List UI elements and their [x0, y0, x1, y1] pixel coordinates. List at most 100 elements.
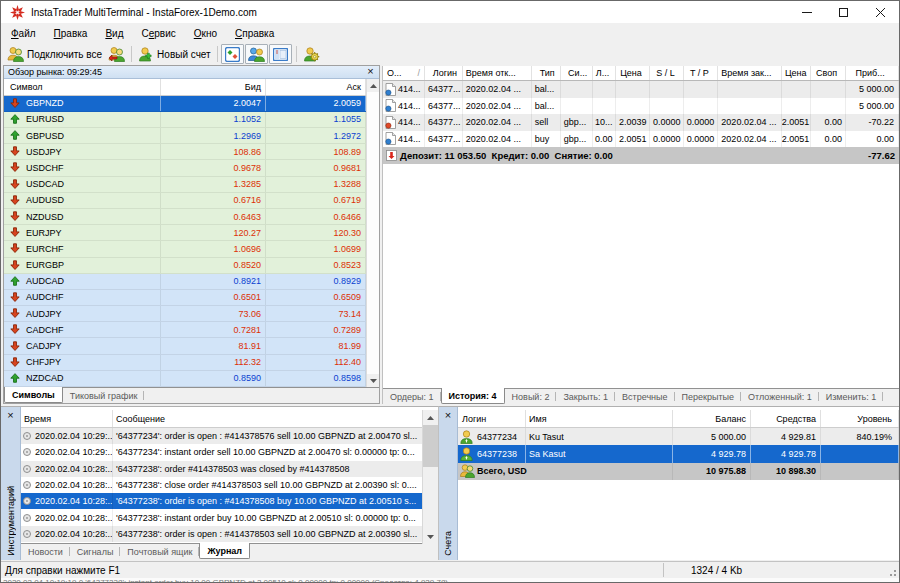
column-login[interactable]: Логин: [458, 410, 526, 427]
journal-tab[interactable]: Сигналы: [70, 544, 121, 559]
history-tab[interactable]: Новый: 2: [505, 389, 557, 404]
column-profit[interactable]: Приб...: [846, 66, 899, 80]
column-swap[interactable]: Своп: [811, 66, 846, 80]
scroll-up-icon[interactable]: [367, 79, 379, 92]
journal-tab[interactable]: Почтовый ящик: [120, 544, 199, 559]
scroll-down-icon[interactable]: [367, 374, 379, 387]
history-tab[interactable]: Изменить: 1: [819, 389, 884, 404]
column-close-time[interactable]: Время зак...: [718, 66, 782, 80]
journal-row[interactable]: 2020.02.04 10:28:... '64377238': order i…: [21, 493, 438, 509]
title-bar[interactable]: InstaTrader MultiTerminal - InstaForex-1…: [1, 1, 899, 23]
column-level[interactable]: Уровень: [821, 410, 899, 427]
column-order[interactable]: О.../: [383, 66, 425, 80]
market-watch-row[interactable]: AUDCAD 0.8921 0.8929: [4, 274, 366, 290]
column-ask[interactable]: Аск: [266, 79, 366, 95]
market-watch-row[interactable]: NZDUSD 0.6463 0.6466: [4, 209, 366, 225]
market-watch-row[interactable]: AUDCHF 0.6501 0.6509: [4, 290, 366, 306]
market-watch-row[interactable]: USDCAD 1.3285 1.3288: [4, 177, 366, 193]
market-watch-row[interactable]: EURUSD 1.1052 1.1055: [4, 112, 366, 128]
market-watch-row[interactable]: USDCHF 0.9678 0.9681: [4, 160, 366, 176]
column-balance[interactable]: Баланс: [673, 410, 751, 427]
close-button[interactable]: [862, 1, 899, 23]
menu-item[interactable]: Справка: [226, 25, 283, 42]
history-tab[interactable]: Отложенный: 1: [741, 389, 819, 404]
journal-tab[interactable]: Новости: [21, 544, 70, 559]
account-row[interactable]: 64377234 Ku Tasut 5 000.00 4 929.81 840.…: [458, 428, 899, 445]
market-watch-row[interactable]: EURCHF 1.0696 1.0699: [4, 241, 366, 257]
column-open-time[interactable]: Время отк...: [463, 66, 532, 80]
disconnect-all-button[interactable]: [105, 44, 128, 64]
history-tab[interactable]: Ордеры: 1: [383, 389, 441, 404]
column-message[interactable]: Сообщение: [113, 410, 438, 427]
column-bid[interactable]: Бид: [161, 79, 266, 95]
order-open-price: [616, 81, 651, 98]
market-watch-scrollbar[interactable]: [366, 79, 379, 387]
terminal-toggle[interactable]: [269, 44, 292, 64]
market-watch-row[interactable]: EURJPY 120.27 120.30: [4, 225, 366, 241]
journal-tab[interactable]: Журнал: [199, 543, 250, 559]
menu-item[interactable]: Окно: [185, 25, 226, 42]
market-watch-toggle[interactable]: [221, 44, 244, 64]
accounts-toggle[interactable]: [245, 44, 268, 64]
history-row[interactable]: 414... 64377... 2020.02.04 ... bal... 5 …: [383, 81, 899, 98]
history-tab[interactable]: Перекрытые: [675, 389, 742, 404]
options-button[interactable]: [300, 44, 323, 64]
history-tab[interactable]: Закрыть: 1: [556, 389, 615, 404]
history-row[interactable]: 414... 64377... 2020.02.04 ... bal... 5 …: [383, 98, 899, 115]
column-tp[interactable]: T / P: [684, 66, 718, 80]
column-sl[interactable]: S / L: [650, 66, 684, 80]
market-watch-row[interactable]: USDJPY 108.86 108.89: [4, 144, 366, 160]
account-row[interactable]: 64377238 Sa Kasut 4 929.78 4 929.78: [458, 445, 899, 462]
market-watch-row[interactable]: CHFJPY 112.32 112.40: [4, 355, 366, 371]
market-watch-tab[interactable]: Тиковый график: [63, 388, 145, 403]
market-watch-row[interactable]: NZDCAD 0.8590 0.8598: [4, 371, 366, 387]
market-watch-caption[interactable]: Обзор рынка: 09:29:45 ×: [4, 66, 379, 79]
column-symbol[interactable]: Си...: [561, 66, 593, 80]
market-watch-close-icon[interactable]: ×: [365, 66, 376, 77]
maximize-button[interactable]: [825, 1, 862, 23]
minimize-button[interactable]: [788, 1, 825, 23]
column-close-price[interactable]: Цена: [782, 66, 811, 80]
column-equity[interactable]: Средства: [751, 410, 821, 427]
menu-item[interactable]: Файл: [2, 25, 45, 42]
history-row[interactable]: 414... 64377... 2020.02.04 ... buy gbp..…: [383, 131, 899, 148]
resize-grip-icon[interactable]: [887, 567, 897, 577]
market-watch-row[interactable]: CADJPY 81.91 81.99: [4, 338, 366, 354]
market-watch-tab[interactable]: Символы: [4, 387, 63, 403]
column-open-price[interactable]: Цена: [616, 66, 651, 80]
journal-row[interactable]: 2020.02.04 10:28:... '64377238': order i…: [21, 526, 438, 542]
column-name[interactable]: Имя: [526, 410, 673, 427]
account-row[interactable]: Всего, USD 10 975.88 10 898.30: [458, 463, 899, 480]
journal-row[interactable]: 2020.02.04 10:28:... '64377238': order #…: [21, 461, 438, 477]
journal-row[interactable]: 2020.02.04 10:28:... '64377238': instant…: [21, 509, 438, 525]
market-watch-row[interactable]: AUDJPY 73.06 73.14: [4, 306, 366, 322]
market-watch-row[interactable]: GBPNZD 2.0047 2.0059: [4, 96, 366, 112]
market-watch-row[interactable]: EURGBP 0.8520 0.8523: [4, 258, 366, 274]
column-time[interactable]: Время: [21, 410, 113, 427]
column-login[interactable]: Логин: [425, 66, 463, 80]
journal-row[interactable]: 2020.02.04 10:28:... '64377238': close o…: [21, 477, 438, 493]
menu-item[interactable]: Вид: [96, 25, 132, 42]
journal-row[interactable]: 2020.02.04 10:29:... '64377234': instant…: [21, 444, 438, 460]
column-lots[interactable]: Л...: [593, 66, 616, 80]
menu-item[interactable]: Правка: [45, 25, 97, 42]
journal-scrollbar[interactable]: [422, 410, 438, 544]
history-row[interactable]: 414... 64377... 2020.02.04 ... sell gbp.…: [383, 114, 899, 131]
history-tab[interactable]: Встречные: [615, 389, 674, 404]
scrollbar-trough[interactable]: [423, 467, 438, 529]
connect-all-button[interactable]: Подключить все: [4, 44, 105, 64]
market-watch-row[interactable]: GBPUSD 1.2969 1.2972: [4, 128, 366, 144]
scroll-up-icon[interactable]: [423, 410, 438, 425]
menu-item[interactable]: Сервис: [132, 25, 184, 42]
scroll-down-icon[interactable]: [423, 529, 438, 544]
scrollbar-thumb[interactable]: [423, 425, 438, 467]
market-watch-row[interactable]: AUDUSD 0.6716 0.6719: [4, 193, 366, 209]
column-type[interactable]: Тип: [532, 66, 561, 80]
new-account-button[interactable]: Новый счет: [135, 44, 214, 64]
column-symbol[interactable]: Символ: [4, 79, 161, 95]
toolbox-close-icon[interactable]: ×: [5, 409, 17, 421]
history-tab[interactable]: История: 4: [441, 388, 505, 404]
journal-row[interactable]: 2020.02.04 10:29:... '64377234': order i…: [21, 428, 438, 444]
market-watch-row[interactable]: CADCHF 0.7281 0.7289: [4, 322, 366, 338]
accounts-close-icon[interactable]: ×: [442, 409, 454, 421]
